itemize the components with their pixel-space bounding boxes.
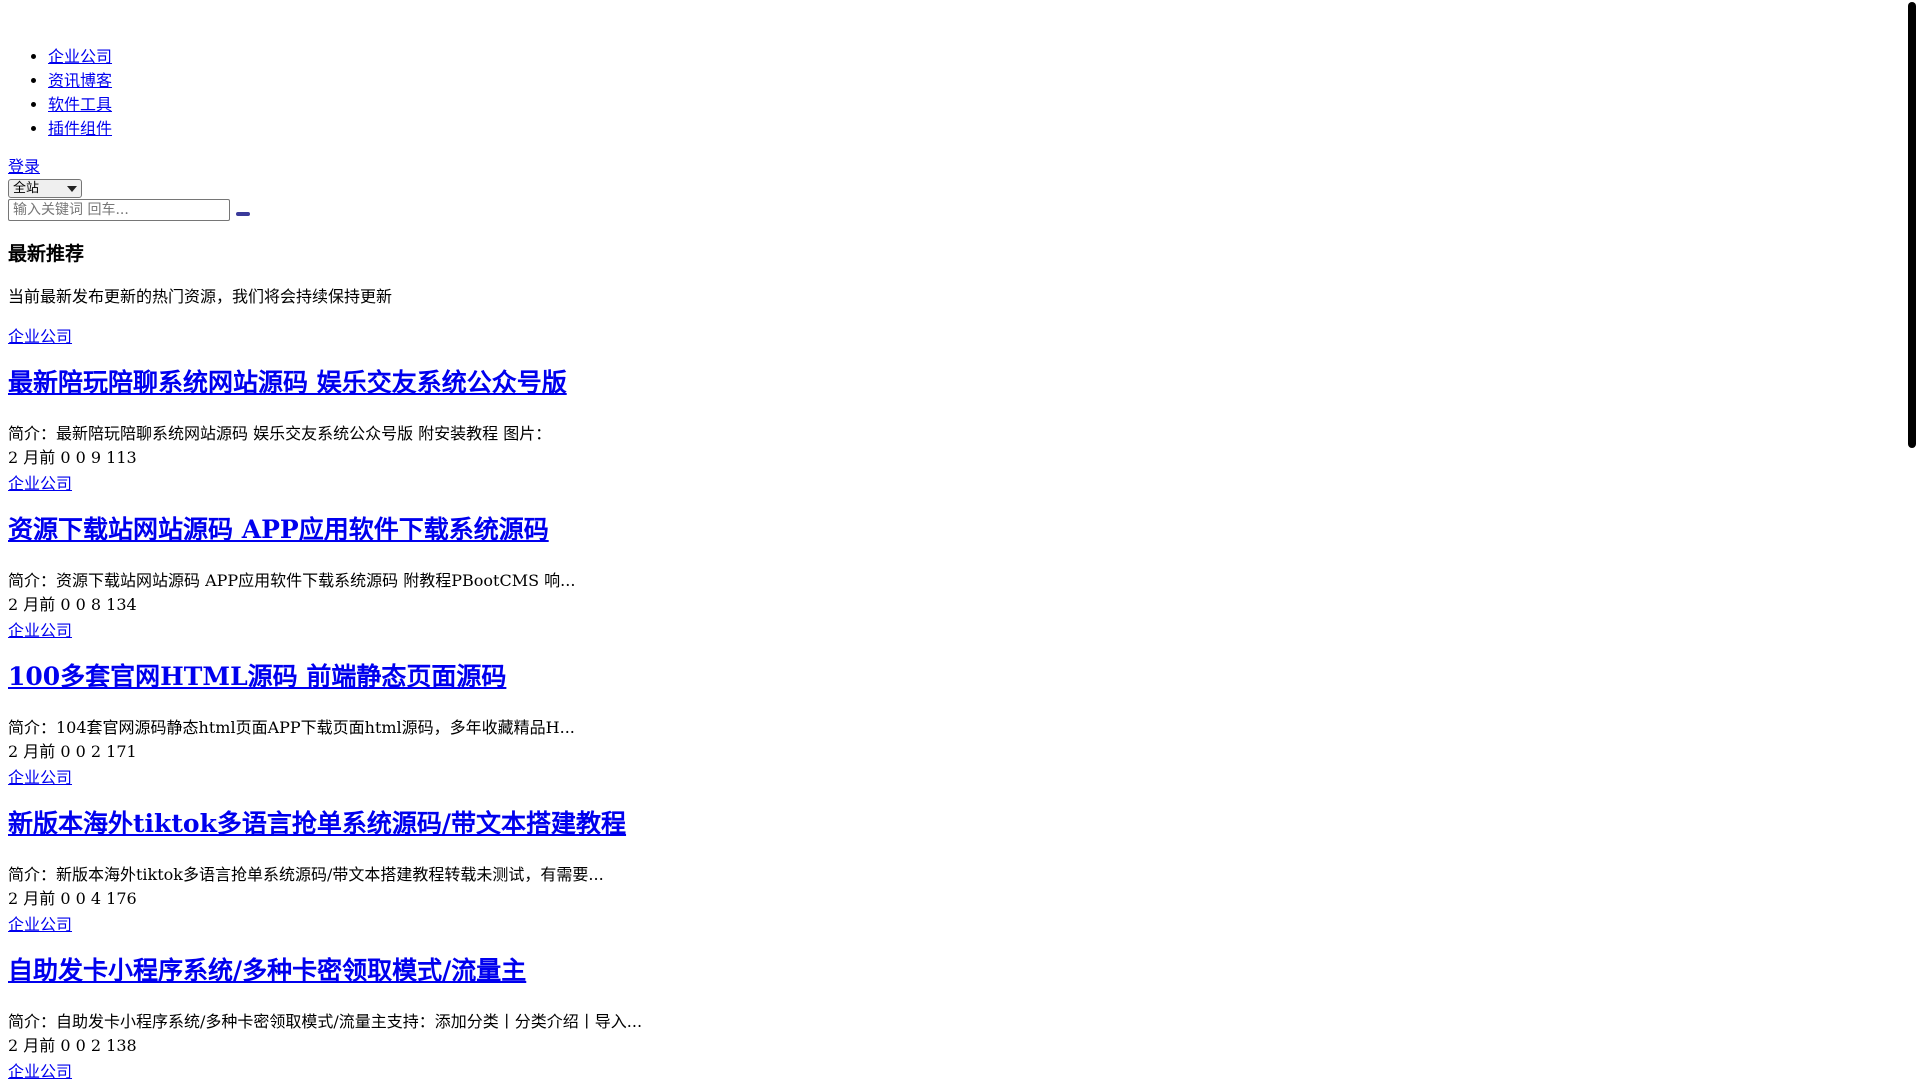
post-category-link[interactable]: 企业公司	[8, 915, 72, 935]
post-excerpt: 简介：资源下载站网站源码 APP应用软件下载系统源码 附教程PBootCMS 响…	[8, 571, 576, 590]
page-scrollbar[interactable]	[1904, 0, 1920, 1080]
nav-item-plugins: 插件组件	[48, 117, 112, 141]
section-title: 最新推荐	[8, 243, 85, 265]
nav-item-company: 企业公司	[48, 45, 112, 69]
post-excerpt: 简介：104套官网源码静态html页面APP下载页面html源码，多年收藏精品H…	[8, 718, 575, 737]
post-title-link[interactable]: 新版本海外tiktok多语言抢单系统源码/带文本搭建教程	[8, 809, 626, 838]
nav-link-blog[interactable]: 资讯博客	[48, 71, 112, 90]
login-link[interactable]: 登录	[8, 157, 40, 177]
post-meta: 2 月前 0 0 2 138	[8, 1036, 137, 1055]
post-category-link[interactable]: 企业公司	[8, 327, 72, 347]
nav-link-software[interactable]: 软件工具	[48, 95, 112, 114]
search-scope-value: 全站	[13, 181, 40, 196]
post-meta: 2 月前 0 0 2 171	[8, 742, 137, 761]
post-meta: 2 月前 0 0 9 113	[8, 448, 137, 467]
post-title-link[interactable]: 100多套官网HTML源码 前端静态页面源码	[8, 662, 506, 691]
post-title-link[interactable]: 自助发卡小程序系统/多种卡密领取模式/流量主	[8, 956, 526, 985]
post-title-link[interactable]: 资源下载站网站源码 APP应用软件下载系统源码	[8, 515, 549, 544]
post-category-link[interactable]: 企业公司	[8, 474, 72, 494]
post-category-link[interactable]: 企业公司	[8, 621, 72, 641]
post-meta: 2 月前 0 0 4 176	[8, 889, 137, 908]
search-input[interactable]	[8, 199, 230, 221]
nav-link-plugins[interactable]: 插件组件	[48, 119, 112, 138]
post-excerpt: 简介：最新陪玩陪聊系统网站源码 娱乐交友系统公众号版 附安装教程 图片：	[8, 424, 552, 443]
post-meta: 2 月前 0 0 8 134	[8, 595, 137, 614]
nav-item-software: 软件工具	[48, 93, 112, 117]
page: 企业公司 资讯博客 软件工具 插件组件 登录 全站 最新推荐 当前最新发布更新的…	[0, 0, 1904, 1080]
post-category-link[interactable]: 企业公司	[8, 1062, 72, 1080]
post-category-link[interactable]: 企业公司	[8, 768, 72, 788]
search-scope-select[interactable]: 全站	[8, 179, 82, 198]
section-description: 当前最新发布更新的热门资源，我们将会持续保持更新	[8, 287, 393, 306]
post-title-link[interactable]: 最新陪玩陪聊系统网站源码 娱乐交友系统公众号版	[8, 368, 567, 397]
nav-link-company[interactable]: 企业公司	[48, 47, 112, 66]
scrollbar-thumb[interactable]	[1908, 2, 1916, 448]
search-button[interactable]	[236, 212, 250, 216]
post-excerpt: 简介：新版本海外tiktok多语言抢单系统源码/带文本搭建教程转载未测试，有需要…	[8, 865, 604, 884]
main-nav: 企业公司 资讯博客 软件工具 插件组件	[48, 45, 112, 141]
chevron-down-icon	[67, 186, 77, 192]
post-excerpt: 简介：自助发卡小程序系统/多种卡密领取模式/流量主支持：添加分类丨分类介绍丨导入…	[8, 1012, 643, 1031]
nav-item-blog: 资讯博客	[48, 69, 112, 93]
